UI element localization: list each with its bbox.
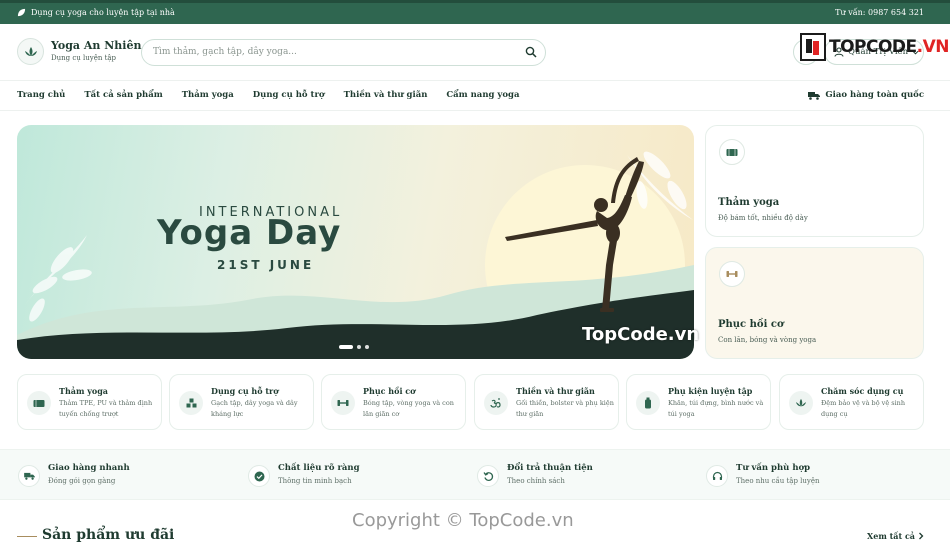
feature-icon <box>477 465 499 487</box>
watermark-logo-text: TOPCODE.VN <box>829 37 950 57</box>
lotus-icon <box>24 46 37 56</box>
search-placeholder: Tìm thảm, gạch tập, dây yoga... <box>153 47 297 57</box>
see-all-link[interactable]: Xem tất cả <box>867 531 924 541</box>
side-card-title: Thảm yoga <box>718 197 780 208</box>
category-card-support-tools[interactable]: Dụng cụ hỗ trợ Gạch tập, dây yoga và dây… <box>169 374 314 430</box>
hero-watermark: TopCode.vn <box>582 324 700 345</box>
hero-title-line3: 21ST JUNE <box>217 258 315 272</box>
nav-item-support-tools[interactable]: Dụng cụ hỗ trợ <box>253 90 325 100</box>
om-icon <box>490 398 501 408</box>
category-card-equipment-care[interactable]: Chăm sóc dụng cụ Đệm bảo vệ và bộ vệ sin… <box>779 374 924 430</box>
watermark-logo: TOPCODE.VN <box>800 33 950 61</box>
side-card-title: Phục hồi cơ <box>718 319 784 330</box>
carousel-dots <box>339 345 369 349</box>
category-icon <box>179 391 203 415</box>
category-title: Phụ kiện luyện tập <box>668 386 753 396</box>
dumbbell-icon <box>726 271 738 277</box>
side-card-icon <box>719 139 745 165</box>
feature-icon <box>248 465 270 487</box>
category-desc: Khăn, túi đựng, bình nước và túi yoga <box>668 399 764 418</box>
category-desc: Gối thiền, bolster và phụ kiện thư giãn <box>516 399 614 418</box>
feature-title: Đổi trả thuận tiện <box>507 463 593 473</box>
feature-title: Tư vấn phù hợp <box>736 463 811 473</box>
category-icon <box>331 391 355 415</box>
category-card-accessories[interactable]: Phụ kiện luyện tập Khăn, túi đựng, bình … <box>626 374 771 430</box>
feature-title: Chất liệu rõ ràng <box>278 463 360 473</box>
category-icon <box>789 391 813 415</box>
hotline-text: Tư vấn: 0987 654 321 <box>835 8 924 17</box>
carousel-dot-2[interactable] <box>357 345 361 349</box>
category-title: Dụng cụ hỗ trợ <box>211 386 279 396</box>
hero-title-line2: Yoga Day <box>157 213 342 253</box>
watermark-logo-mark <box>800 33 826 61</box>
promo-text: Dụng cụ yoga cho luyện tập tại nhà <box>31 8 175 17</box>
section-title: Sản phẩm ưu đãi <box>42 527 175 543</box>
side-card-desc: Độ bám tốt, nhiều độ dày <box>718 214 808 222</box>
feature-icon <box>18 465 40 487</box>
feature-desc: Thông tin minh bạch <box>278 477 352 485</box>
nav-item-all-products[interactable]: Tất cả sản phẩm <box>84 90 162 100</box>
category-desc: Bóng tập, vòng yoga và con lăn giãn cơ <box>363 399 454 418</box>
category-desc: Gạch tập, dây yoga và dây kháng lực <box>211 399 298 418</box>
main-navigation: Trang chủ Tất cả sản phẩm Thảm yoga Dụng… <box>0 81 950 111</box>
topcode-mark-icon <box>806 39 819 55</box>
top-bar: Dụng cụ yoga cho luyện tập tại nhà Tư vấ… <box>0 0 950 24</box>
check-badge-icon <box>254 471 264 481</box>
category-desc: Thảm TPE, PU và thảm định tuyến chống tr… <box>59 399 153 418</box>
chevron-right-icon <box>919 532 924 540</box>
category-card-muscle-recovery[interactable]: Phục hồi cơ Bóng tập, vòng yoga và con l… <box>321 374 466 430</box>
search-input[interactable]: Tìm thảm, gạch tập, dây yoga... <box>141 39 546 66</box>
category-icon <box>636 391 660 415</box>
leaf-icon <box>17 8 26 17</box>
nav-menu: Trang chủ Tất cả sản phẩm Thảm yoga Dụng… <box>17 90 538 100</box>
side-card-yoga-mats[interactable]: Thảm yoga Độ bám tốt, nhiều độ dày <box>705 125 924 237</box>
category-desc: Đệm bảo vệ và bộ vệ sinh dụng cụ <box>821 399 906 418</box>
category-title: Thảm yoga <box>59 386 108 396</box>
category-card-yoga-mats[interactable]: Thảm yoga Thảm TPE, PU và thảm định tuyế… <box>17 374 162 430</box>
promo-message: Dụng cụ yoga cho luyện tập tại nhà <box>17 8 175 17</box>
bottle-icon <box>645 397 651 409</box>
return-icon <box>483 471 493 481</box>
carousel-dot-1[interactable] <box>339 345 353 349</box>
mat-icon <box>33 399 45 407</box>
category-icon <box>27 391 51 415</box>
site-header: Yoga An Nhiên Dụng cụ luyện tập Tìm thảm… <box>0 24 950 81</box>
nav-item-yoga-mats[interactable]: Thảm yoga <box>182 90 234 100</box>
category-card-meditation[interactable]: Thiền và thư giãn Gối thiền, bolster và … <box>474 374 619 430</box>
copyright-watermark: Copyright © TopCode.vn <box>352 510 574 531</box>
headset-icon <box>712 471 722 480</box>
nav-item-home[interactable]: Trang chủ <box>17 90 65 100</box>
nav-item-yoga-guide[interactable]: Cẩm nang yoga <box>446 90 519 100</box>
category-title: Phục hồi cơ <box>363 386 416 396</box>
carousel-dot-3[interactable] <box>365 345 369 349</box>
see-all-label: Xem tất cả <box>867 531 915 541</box>
feature-title: Giao hàng nhanh <box>48 463 130 473</box>
mat-icon <box>726 148 738 156</box>
truck-icon <box>808 91 821 100</box>
blocks-icon <box>186 398 196 408</box>
side-card-icon <box>719 261 745 287</box>
shipping-text: Giao hàng toàn quốc <box>825 90 924 100</box>
features-strip: Giao hàng nhanh Đóng gói gọn gàng Chất l… <box>0 449 950 500</box>
side-card-muscle-recovery[interactable]: Phục hồi cơ Con lăn, bóng và vòng yoga <box>705 247 924 359</box>
side-card-desc: Con lăn, bóng và vòng yoga <box>718 336 817 344</box>
feature-icon <box>706 465 728 487</box>
shipping-notice: Giao hàng toàn quốc <box>808 90 924 100</box>
feature-desc: Theo nhu cầu tập luyện <box>736 477 820 485</box>
section-title-divider <box>17 536 37 537</box>
truck-icon <box>23 472 35 480</box>
brand-tagline: Dụng cụ luyện tập <box>51 54 117 62</box>
dumbbell-icon <box>337 400 349 406</box>
feature-desc: Đóng gói gọn gàng <box>48 477 116 485</box>
lotus-icon <box>796 398 806 407</box>
brand-logo[interactable] <box>17 38 44 65</box>
category-icon <box>484 391 508 415</box>
search-icon[interactable] <box>525 46 537 58</box>
nav-item-meditation[interactable]: Thiền và thư giãn <box>344 90 428 100</box>
category-title: Thiền và thư giãn <box>516 386 595 396</box>
category-title: Chăm sóc dụng cụ <box>821 386 904 396</box>
feature-desc: Theo chính sách <box>507 477 565 485</box>
brand-name[interactable]: Yoga An Nhiên <box>51 39 141 52</box>
